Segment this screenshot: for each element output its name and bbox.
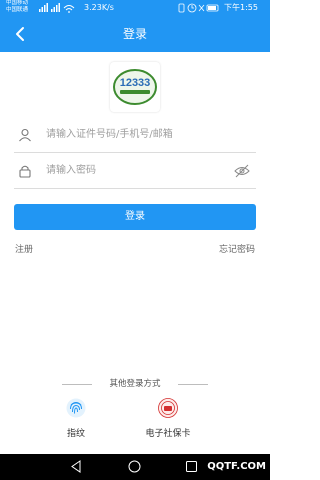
- eye-hidden-icon[interactable]: [234, 164, 250, 178]
- fingerprint-icon: [66, 398, 86, 418]
- page-title: 登录: [122, 27, 147, 41]
- nav-home-icon[interactable]: [128, 460, 141, 473]
- app-header: 中国移动 中国联通 3.23K/s 下午1:55 登录: [0, 0, 270, 52]
- carrier-1: 中国移动: [6, 0, 29, 6]
- person-icon: [19, 128, 31, 142]
- nav-back-icon[interactable]: [70, 460, 82, 473]
- login-button[interactable]: 登录: [14, 204, 256, 230]
- status-time: 下午1:55: [224, 3, 258, 12]
- nav-recent-icon[interactable]: [186, 461, 197, 472]
- logo-text: 12333: [120, 77, 151, 89]
- social-security-card-label: 电子社保卡: [145, 429, 191, 439]
- account-field[interactable]: 请输入证件号码/手机号/邮箱: [14, 117, 256, 153]
- password-input[interactable]: 请输入密码: [46, 164, 96, 178]
- app-logo: 12333: [110, 62, 160, 112]
- account-input[interactable]: 请输入证件号码/手机号/邮箱: [46, 128, 173, 142]
- forgot-password-link[interactable]: 忘记密码: [219, 244, 255, 256]
- watermark: QQTF.COM: [207, 461, 266, 472]
- carrier-2: 中国联通: [6, 6, 29, 13]
- status-icons: [178, 3, 219, 13]
- network-speed: 3.23K/s: [84, 3, 114, 12]
- carrier-labels: 中国移动 中国联通: [6, 0, 28, 13]
- divider-line-right: [178, 384, 208, 385]
- lock-icon: [19, 165, 31, 178]
- status-bar: 中国移动 中国联通 3.23K/s 下午1:55: [0, 0, 270, 16]
- other-login-divider: 其他登录方式: [62, 378, 208, 390]
- system-nav-bar: QQTF.COM: [0, 454, 270, 480]
- signal-icon: [39, 3, 75, 13]
- register-link[interactable]: 注册: [15, 244, 33, 256]
- fingerprint-label: 指纹: [66, 429, 85, 439]
- social-security-card-icon: [158, 398, 178, 418]
- password-field[interactable]: 请输入密码: [14, 153, 256, 189]
